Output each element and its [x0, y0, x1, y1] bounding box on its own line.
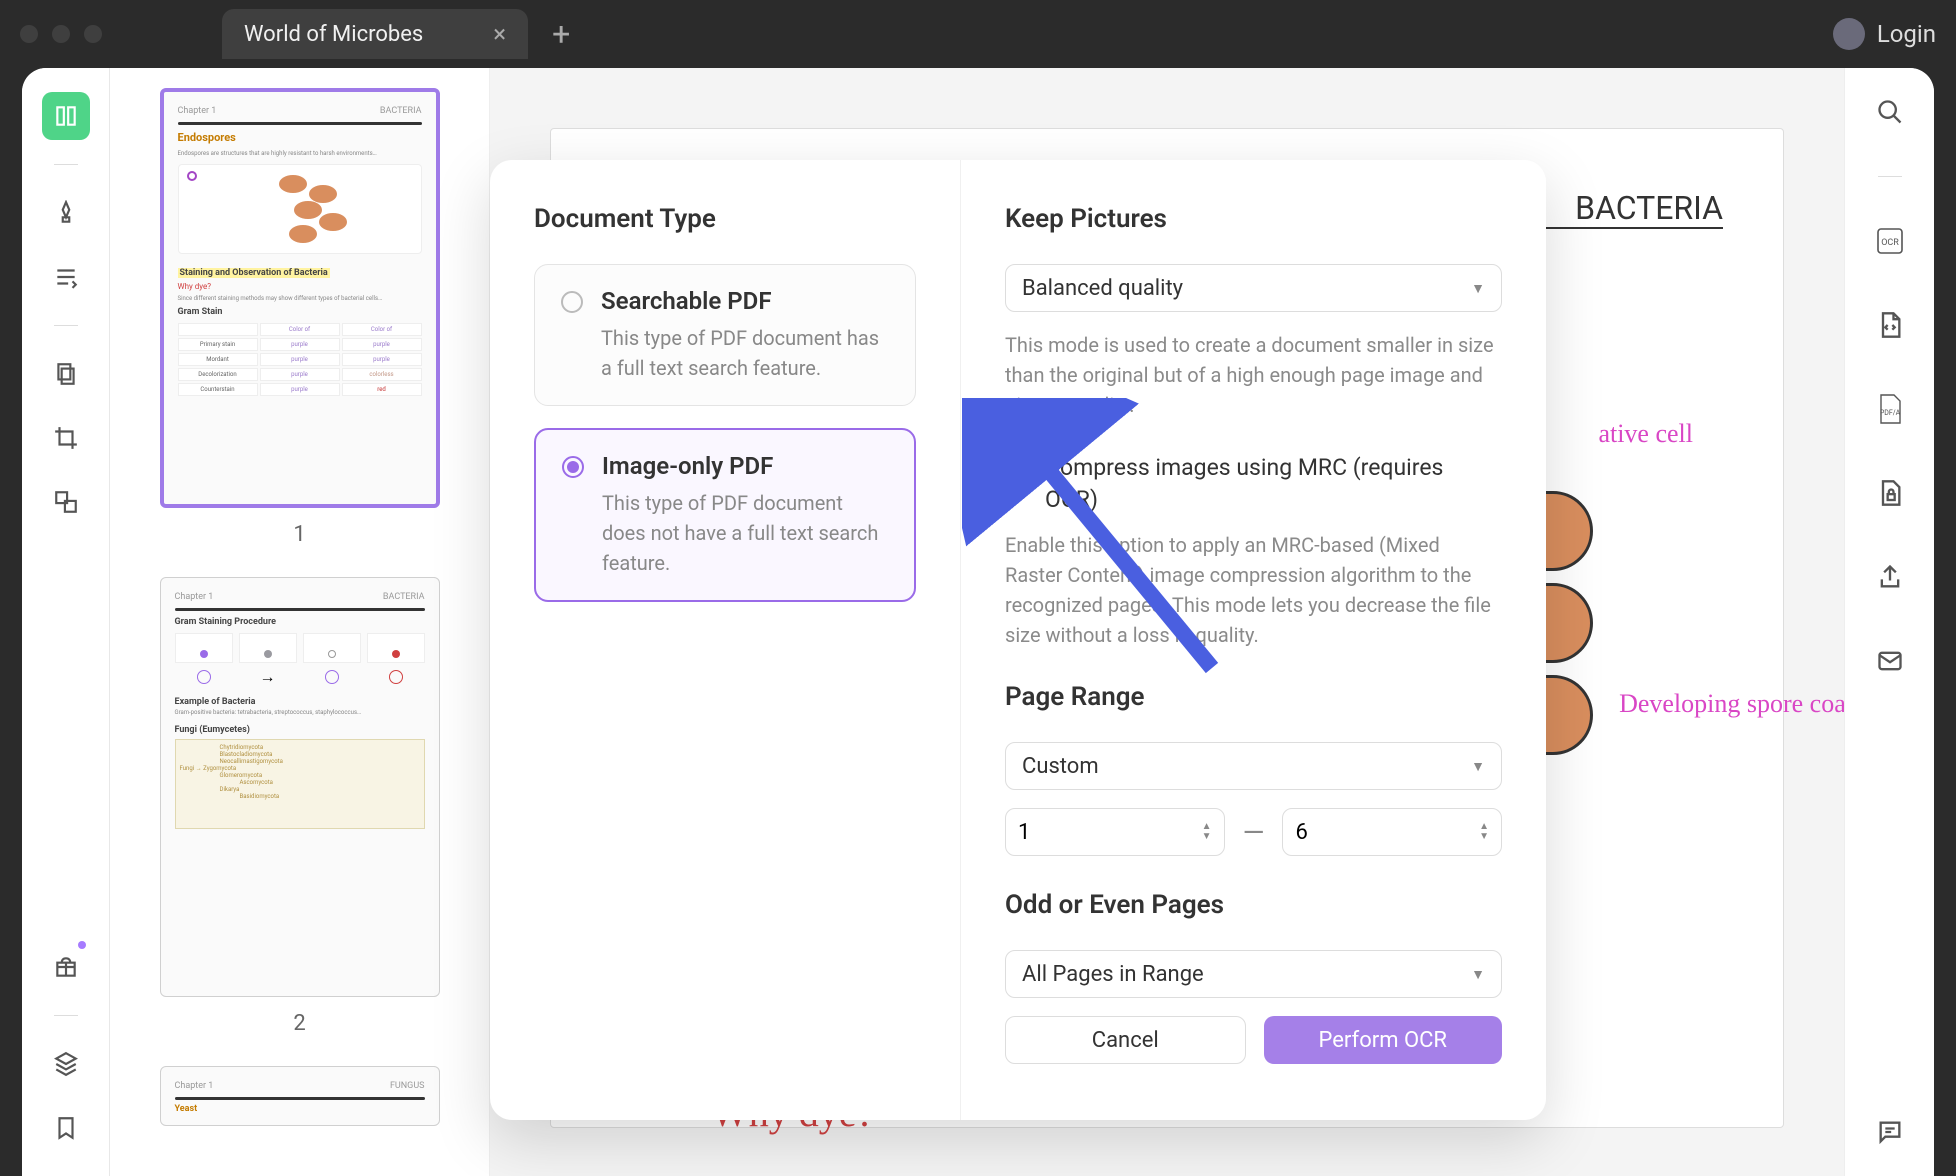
secure-button[interactable] — [1870, 473, 1910, 513]
window-controls — [20, 25, 102, 43]
thumb-heading: Gram Staining Procedure — [175, 617, 425, 627]
pdfa-button[interactable]: PDF/A — [1870, 389, 1910, 429]
chapter-label: Chapter 1 — [611, 203, 689, 224]
thumb-body-text2: Since different staining methods may sho… — [178, 295, 422, 303]
category-label: BACTERIA — [1575, 189, 1723, 227]
cell-illustration — [1463, 479, 1763, 767]
right-toolbar: OCR PDF/A — [1844, 68, 1934, 1176]
layers-button[interactable] — [42, 1040, 90, 1088]
login-label: Login — [1877, 20, 1936, 48]
spore-coat-label: Developing spore coat — [1619, 689, 1844, 719]
vegetative-cell-label: ative cell — [1598, 419, 1693, 449]
minimize-window[interactable] — [52, 25, 70, 43]
highlight-tool[interactable] — [42, 189, 90, 237]
thumb-highlight: Staining and Observation of Bacteria — [178, 268, 330, 278]
thumb-page-number: 1 — [140, 522, 459, 547]
compare-tool[interactable] — [42, 478, 90, 526]
read-mode-button[interactable] — [42, 92, 90, 140]
thumb-table: Color ofColor of Primary stainpurplepurp… — [178, 323, 422, 396]
document-tab[interactable]: World of Microbes × — [222, 9, 528, 59]
search-button[interactable] — [1870, 92, 1910, 132]
tab-title: World of Microbes — [244, 22, 423, 47]
bookmark-button[interactable] — [42, 1104, 90, 1152]
thumb-chapter: Chapter 1 — [175, 592, 214, 602]
titlebar: World of Microbes × + Login — [0, 0, 1956, 68]
fungi-diagram: Chytridiomycota Blastocladiomycota Neoca… — [175, 739, 425, 829]
endospore-text: ospore-producing — [611, 909, 1723, 939]
thumb-category: BACTERIA — [380, 106, 422, 116]
thumb-whydye: Why dye? — [178, 281, 422, 292]
new-tab-button[interactable]: + — [552, 15, 570, 53]
thumb-body-text: Endospores are structures that are highl… — [178, 150, 422, 158]
staining-section-title: Staining and Observation of Bacteria — [631, 1029, 1335, 1078]
convert-button[interactable] — [1870, 305, 1910, 345]
page-tool[interactable] — [42, 350, 90, 398]
comments-button[interactable] — [1870, 1112, 1910, 1152]
email-button[interactable] — [1870, 641, 1910, 681]
thumb-chapter: Chapter 1 — [178, 106, 217, 116]
document-viewport[interactable]: Chapter 1 BACTERIA ative cell Developing… — [490, 68, 1844, 1176]
gram-procedure-figure — [175, 633, 425, 663]
close-window[interactable] — [20, 25, 38, 43]
gram-circles: → — [175, 667, 425, 687]
share-button[interactable] — [1870, 557, 1910, 597]
thumb-figure — [178, 164, 422, 254]
notification-dot-icon — [78, 941, 86, 949]
gift-button[interactable] — [42, 943, 90, 991]
edit-text-tool[interactable] — [42, 253, 90, 301]
maximize-window[interactable] — [84, 25, 102, 43]
crop-tool[interactable] — [42, 414, 90, 462]
svg-text:OCR: OCR — [1881, 238, 1899, 248]
close-tab-icon[interactable]: × — [493, 20, 506, 48]
thumbnail-panel: Chapter 1 BACTERIA Endospores Endospores … — [110, 68, 490, 1176]
thumb-subheading: Fungi (Eumycetes) — [175, 725, 425, 735]
thumb-category: BACTERIA — [383, 592, 425, 602]
app-body: Chapter 1 BACTERIA Endospores Endospores … — [22, 68, 1934, 1176]
document-page: Chapter 1 BACTERIA ative cell Developing… — [550, 128, 1784, 1128]
left-toolbar — [22, 68, 110, 1176]
why-dye-annotation: Why dye? — [711, 1089, 874, 1136]
thumb-body-text: Gram-positive bacteria: tetrabacteria, s… — [175, 709, 425, 717]
page-thumbnail-2[interactable]: Chapter 1 BACTERIA Gram Staining Procedur… — [160, 577, 440, 997]
page-thumbnail-3[interactable]: Chapter 1FUNGUS Yeast — [160, 1066, 440, 1126]
avatar-icon — [1833, 18, 1865, 50]
ocr-button[interactable]: OCR — [1870, 221, 1910, 261]
svg-text:PDF/A: PDF/A — [1879, 409, 1900, 417]
page-thumbnail-1[interactable]: Chapter 1 BACTERIA Endospores Endospores … — [160, 88, 440, 508]
login-area[interactable]: Login — [1833, 18, 1936, 50]
curly-arrow-icon: ↪ — [631, 1059, 671, 1116]
thumb-subheading: Example of Bacteria — [175, 697, 425, 707]
thumb-page-number: 2 — [140, 1011, 459, 1036]
thumb-heading: Endospores — [178, 131, 422, 144]
thumb-gram-title: Gram Stain — [178, 307, 422, 317]
